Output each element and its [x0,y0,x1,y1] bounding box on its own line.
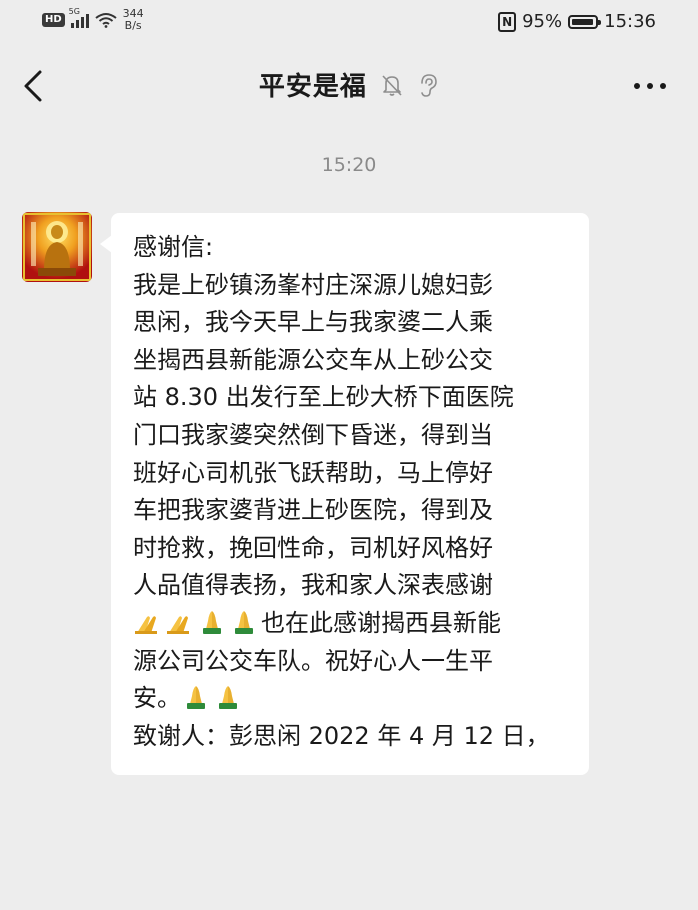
message-line: 我是上砂镇汤峯村庄深源儿媳妇彭 [133,270,493,299]
message-text-segment: 也在此感谢揭西县新能 [261,608,501,637]
signal-icon: 5G [69,7,89,28]
message-line: 坐揭西县新能源公交车从上砂公交 [133,345,493,374]
status-bar: HD 5G 344 B/s N 95% 15:36 [0,0,698,44]
hd-badge: HD [42,13,65,27]
praying-hands-icon [235,610,253,634]
message-line: 班好心司机张飞跃帮助，马上停好 [133,458,493,487]
status-right: N 95% 15:36 [498,11,656,32]
network-type: 5G [68,7,80,16]
folded-hands-icon [167,616,189,634]
praying-hands-icon [219,686,237,710]
network-speed: 344 B/s [123,8,144,32]
message-line-with-emoji: 也在此感谢揭西县新能 [133,605,581,643]
chat-header: 平安是福 [0,44,698,128]
nfc-icon: N [498,11,517,32]
praying-hands-icon [203,610,221,634]
message-line: 人品值得表扬，我和家人深表感谢 [133,571,493,600]
battery-icon [568,14,602,29]
praying-hands-icon [187,686,205,710]
message-line: 时抢救，挽回性命，司机好风格好 [133,533,493,562]
more-icon [634,83,666,89]
folded-hands-icon [135,616,157,634]
buddha-avatar-image [22,212,92,282]
mute-bell-icon [382,74,402,96]
message-text: 感谢信: 我是上砂镇汤峯村庄深源儿媳妇彭 思闲，我今天早上与我家婆二人乘 坐揭西… [133,229,581,755]
status-left: HD 5G 344 B/s [42,7,144,32]
message-text-segment: 安。 [133,684,181,713]
message-line: 站 8.30 出发行至上砂大桥下面医院 [133,383,514,412]
battery-percent: 95% [522,11,563,32]
speed-unit: B/s [124,19,142,32]
message-line: 门口我家婆突然倒下昏迷，得到当 [133,420,493,449]
message-line: 致谢人：彭思闲 2022 年 4 月 12 日， [133,721,550,750]
message-bubble[interactable]: 感谢信: 我是上砂镇汤峯村庄深源儿媳妇彭 思闲，我今天早上与我家婆二人乘 坐揭西… [100,213,589,775]
message-line: 感谢信: [133,233,214,261]
message-line: 思闲，我今天早上与我家婆二人乘 [133,308,493,337]
message-timestamp: 15:20 [321,154,377,176]
ear-icon [421,73,437,97]
clock: 15:36 [604,11,656,32]
title-group: 平安是福 [0,66,698,103]
sender-avatar[interactable] [22,212,92,282]
wifi-icon [95,13,117,28]
message-line: 车把我家婆背进上砂医院，得到及 [133,496,493,525]
message-line-with-emoji: 安。 [133,680,581,718]
more-button[interactable] [632,76,668,96]
chat-title: 平安是福 [258,72,367,102]
message-line: 源公司公交车队。祝好心人一生平 [133,646,493,675]
